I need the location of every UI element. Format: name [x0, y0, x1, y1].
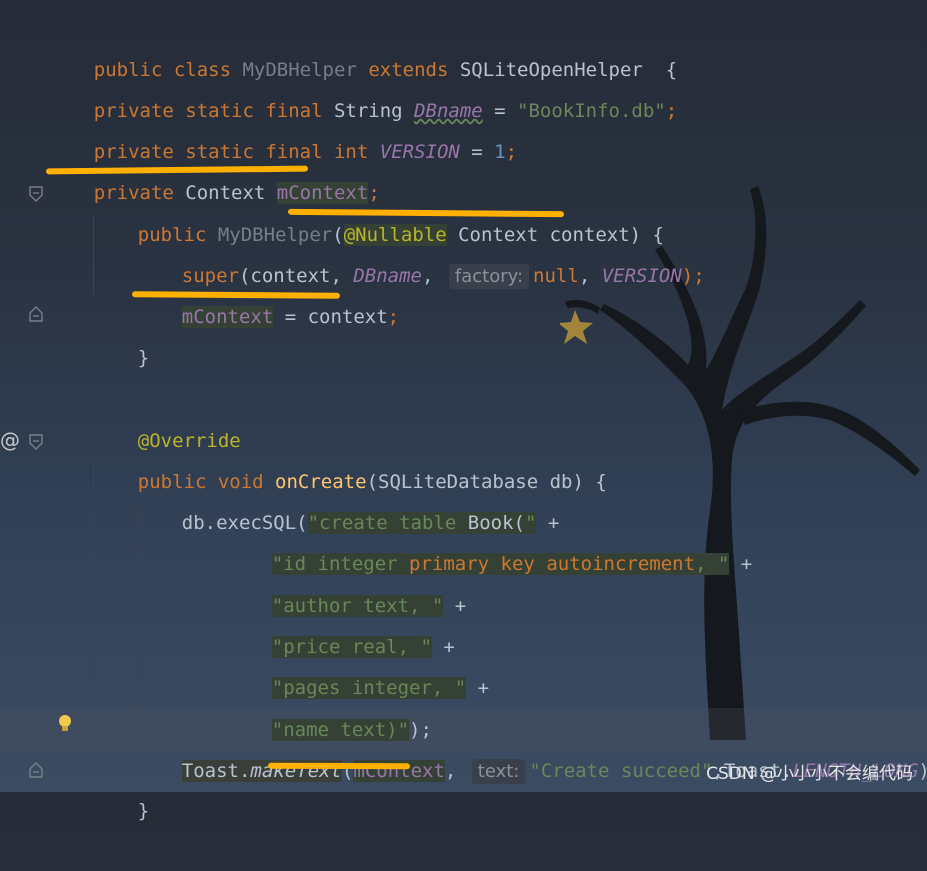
- semicolon: ;: [665, 100, 678, 122]
- code-line-execsql[interactable]: db.execSQL("create table Book(" +: [136, 463, 559, 534]
- comma: ,: [422, 265, 445, 287]
- brace: }: [137, 800, 150, 822]
- code-line-sql-name[interactable]: "name text)");: [226, 670, 432, 741]
- string-literal: "Create succeed": [529, 760, 713, 782]
- operator: =: [459, 141, 495, 163]
- code-line-sql-author[interactable]: "author text, " +: [226, 546, 466, 617]
- semicolon: );: [681, 265, 705, 287]
- field-name: VERSION: [379, 141, 460, 163]
- override-marker-icon[interactable]: @: [0, 428, 20, 452]
- code-line-override-annotation[interactable]: @Override: [92, 381, 241, 452]
- class-reference: Toast.: [181, 760, 251, 782]
- fold-collapse-icon[interactable]: [29, 186, 43, 202]
- code-line-version-field[interactable]: private static final int VERSION = 1;: [48, 92, 517, 163]
- parameter-hint: text:: [471, 759, 526, 784]
- code-line-closing-brace[interactable]: }: [92, 751, 149, 822]
- semicolon: ;: [505, 141, 518, 163]
- code-line-class-declaration[interactable]: public class MyDBHelper extends SQLiteOp…: [48, 10, 677, 81]
- field-name: VERSION: [601, 265, 682, 287]
- fold-collapse-icon[interactable]: [29, 434, 43, 450]
- field-name: mContext: [181, 306, 274, 328]
- annotation-underline: [267, 762, 411, 770]
- code-line-oncreate[interactable]: public void onCreate(SQLiteDatabase db) …: [92, 422, 607, 493]
- string-literal: "BookInfo.db": [517, 100, 666, 122]
- operator: +: [729, 553, 753, 575]
- code-line-sql-id[interactable]: "id integer primary key autoincrement, "…: [226, 504, 752, 575]
- comma: ,: [578, 265, 602, 287]
- code-line-sql-pages[interactable]: "pages integer, " +: [226, 628, 489, 699]
- editor-gutter: [0, 0, 50, 792]
- parameter-hint: factory:: [448, 264, 530, 289]
- paren: ): [918, 760, 927, 782]
- comma: ,: [444, 760, 468, 782]
- csdn-watermark: CSDN @小小小不会编代码: [706, 764, 913, 784]
- code-line-toast[interactable]: Toast.makeText(mContext, text: "Create su…: [136, 711, 927, 784]
- code-line-super-call[interactable]: super(context, DBname, factory: null, VER…: [136, 216, 705, 289]
- string-literal: , ": [695, 553, 730, 575]
- fold-end-icon[interactable]: [29, 304, 43, 322]
- number-literal: 1: [494, 141, 506, 163]
- code-line-sql-price[interactable]: "price real, " +: [226, 587, 455, 658]
- code-line-closing-brace[interactable]: }: [92, 298, 149, 369]
- code-line-dbname-field[interactable]: private static final String DBname = "Bo…: [48, 51, 677, 122]
- lightbulb-icon[interactable]: [58, 714, 72, 734]
- semicolon: ;: [387, 306, 400, 328]
- operator: +: [466, 677, 490, 699]
- keyword: null: [533, 265, 579, 287]
- brace: }: [137, 347, 150, 369]
- fold-end-icon[interactable]: [29, 760, 43, 778]
- assignment: = context: [273, 306, 388, 328]
- code-editor[interactable]: @ public class MyDBHelper extends SQLite…: [0, 0, 927, 822]
